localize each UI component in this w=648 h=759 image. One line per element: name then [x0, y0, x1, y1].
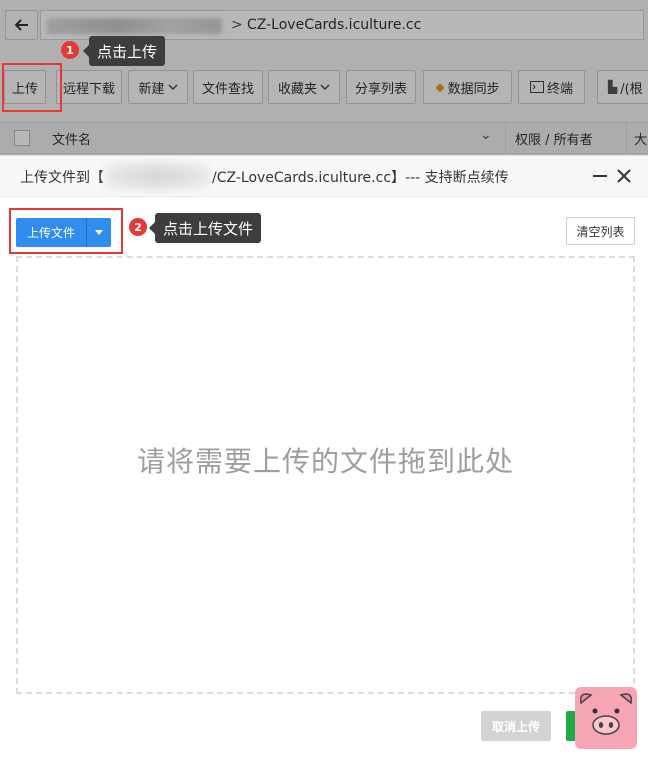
cancel-upload-button[interactable]: 取消上传 [481, 711, 551, 741]
dialog-title-prefix: 上传文件到【 [20, 170, 104, 186]
file-drop-zone[interactable]: 请将需要上传的文件拖到此处 [16, 256, 635, 694]
step-badge-2: 2 [129, 218, 147, 236]
blurred-title-segment [104, 161, 210, 191]
callout-tooltip-1: 点击上传 [82, 36, 166, 66]
modal-overlay [0, 0, 648, 155]
clear-list-button[interactable]: 清空列表 [566, 217, 635, 245]
close-icon[interactable] [617, 169, 631, 183]
step-badge-1: 1 [61, 41, 79, 59]
callout-tooltip-2: 点击上传文件 [148, 213, 262, 243]
dialog-title-suffix: /CZ-LoveCards.iculture.cc】--- 支持断点续传 [212, 170, 509, 186]
highlight-box-upload [2, 63, 62, 112]
pig-mascot-icon [575, 687, 637, 749]
highlight-box-upload-file [9, 208, 123, 254]
minimize-icon[interactable] [593, 166, 607, 186]
drop-zone-hint: 请将需要上传的文件拖到此处 [136, 445, 514, 478]
dialog-title-bar: 上传文件到【 /CZ-LoveCards.iculture.cc】--- 支持断… [0, 156, 648, 197]
